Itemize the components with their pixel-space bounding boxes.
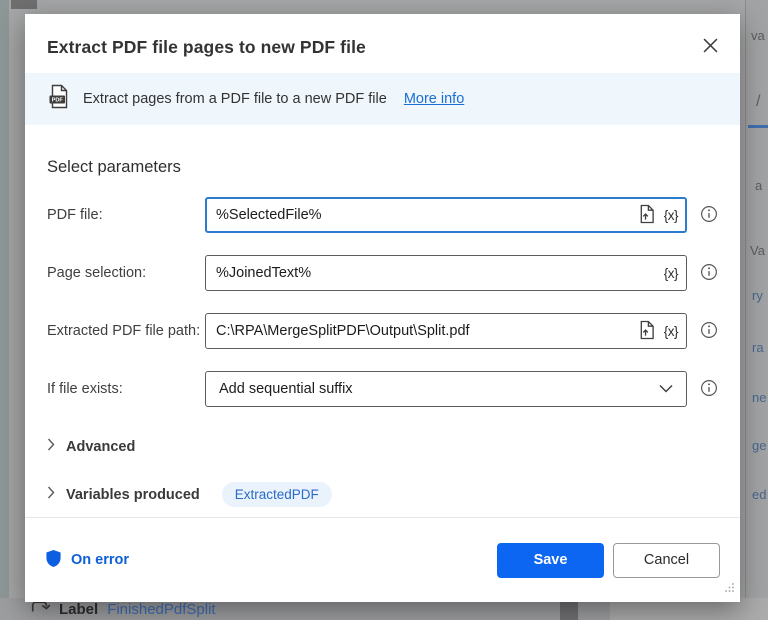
extracted-path-input-wrap: {x} xyxy=(205,313,687,349)
dialog-content: Select parameters PDF file: xyxy=(25,158,740,507)
variable-picker-icon[interactable]: {x} xyxy=(664,324,678,339)
if-file-exists-info-button[interactable] xyxy=(700,379,718,400)
bg-link-fragment: ed xyxy=(752,487,766,502)
info-banner: PDF Extract pages from a PDF file to a n… xyxy=(25,73,740,125)
pdf-file-label: PDF file: xyxy=(47,207,205,223)
background-left-strip xyxy=(0,0,9,620)
background-action-value: FinishedPdfSplit xyxy=(107,601,215,618)
info-icon xyxy=(700,379,718,400)
pdf-document-icon: PDF xyxy=(47,84,70,114)
chevron-right-icon xyxy=(47,438,55,456)
page-selection-input[interactable] xyxy=(205,255,687,291)
bg-link-fragment: ra xyxy=(752,340,764,355)
bg-text-fragment: va xyxy=(751,28,765,43)
file-upload-icon xyxy=(638,320,655,343)
extracted-path-info-button[interactable] xyxy=(700,321,718,342)
if-file-exists-select[interactable]: Add sequential suffix xyxy=(205,371,687,407)
save-button[interactable]: Save xyxy=(497,543,604,578)
on-error-label: On error xyxy=(71,552,129,568)
page-selection-row: Page selection: {x} xyxy=(47,255,718,291)
dialog-footer: On error Save Cancel xyxy=(25,517,740,602)
file-picker-button[interactable] xyxy=(638,320,655,343)
resize-grip[interactable] xyxy=(724,580,735,598)
pdf-file-input-wrap: {x} xyxy=(205,197,687,233)
on-error-button[interactable]: On error xyxy=(45,549,129,571)
if-file-exists-row: If file exists: Add sequential suffix xyxy=(47,371,718,407)
page-selection-info-button[interactable] xyxy=(700,263,718,284)
background-action-name: Label xyxy=(59,601,98,618)
selected-option: Add sequential suffix xyxy=(219,381,353,397)
file-picker-button[interactable] xyxy=(638,204,655,227)
bg-link-fragment: ry xyxy=(752,288,763,303)
shield-icon xyxy=(45,549,62,571)
close-button[interactable] xyxy=(698,35,722,59)
bg-text-fragment: Va xyxy=(750,243,765,258)
chevron-right-icon xyxy=(47,486,55,504)
advanced-expander[interactable]: Advanced xyxy=(47,438,718,456)
section-heading: Select parameters xyxy=(47,158,718,177)
extracted-path-row: Extracted PDF file path: {x} xyxy=(47,313,718,349)
pdf-file-input[interactable] xyxy=(205,197,687,233)
extracted-path-label: Extracted PDF file path: xyxy=(47,323,205,339)
label-tag-icon xyxy=(30,599,50,619)
advanced-label: Advanced xyxy=(66,439,135,455)
variables-produced-expander[interactable]: Variables produced ExtractedPDF xyxy=(47,482,718,507)
more-info-link[interactable]: More info xyxy=(404,91,464,107)
pdf-file-info-button[interactable] xyxy=(700,205,718,226)
dialog-header: Extract PDF file pages to new PDF file xyxy=(25,14,740,73)
close-icon xyxy=(703,38,718,56)
page-selection-input-wrap: {x} xyxy=(205,255,687,291)
bg-link-fragment: ne xyxy=(752,390,766,405)
background-label-action: Label FinishedPdfSplit xyxy=(30,599,216,619)
file-upload-icon xyxy=(638,204,655,227)
cancel-button[interactable]: Cancel xyxy=(613,543,720,578)
extracted-path-input[interactable] xyxy=(205,313,687,349)
variable-picker-icon[interactable]: {x} xyxy=(664,208,678,223)
extract-pdf-dialog: Extract PDF file pages to new PDF file P… xyxy=(25,14,740,602)
bg-text-fragment: a xyxy=(755,178,762,193)
background-toolbar-fragment xyxy=(11,0,37,9)
bg-accent-line xyxy=(748,125,768,128)
bg-link-fragment: ge xyxy=(752,438,766,453)
page-selection-label: Page selection: xyxy=(47,265,205,281)
produced-variable-pill[interactable]: ExtractedPDF xyxy=(222,482,332,507)
variable-picker-icon[interactable]: {x} xyxy=(664,266,678,281)
info-icon xyxy=(700,321,718,342)
info-icon xyxy=(700,263,718,284)
dialog-title: Extract PDF file pages to new PDF file xyxy=(47,37,366,57)
banner-description: Extract pages from a PDF file to a new P… xyxy=(83,91,387,107)
bg-text-fragment: / xyxy=(756,93,760,111)
chevron-down-icon xyxy=(659,381,673,397)
svg-text:PDF: PDF xyxy=(52,98,64,104)
if-file-exists-label: If file exists: xyxy=(47,381,205,397)
info-icon xyxy=(700,205,718,226)
variables-produced-label: Variables produced xyxy=(66,487,200,503)
pdf-file-row: PDF file: {x} xyxy=(47,197,718,233)
